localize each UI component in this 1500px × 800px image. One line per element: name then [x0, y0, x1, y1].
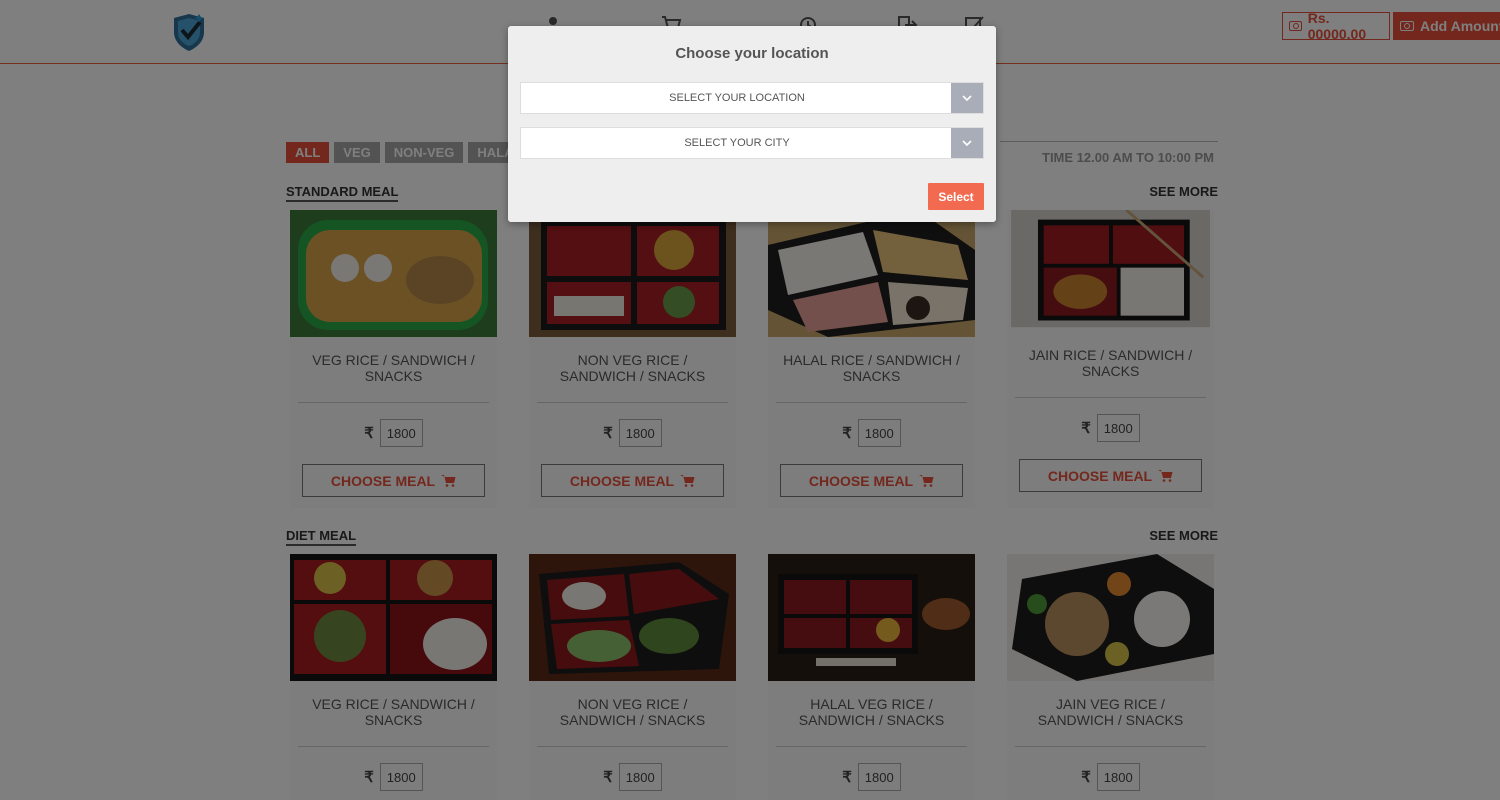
location-select[interactable]: SELECT YOUR LOCATION: [520, 82, 984, 114]
chevron-down-icon[interactable]: [951, 128, 983, 158]
location-select-value: SELECT YOUR LOCATION: [669, 92, 805, 104]
select-button[interactable]: Select: [928, 183, 984, 210]
modal-title: Choose your location: [675, 45, 829, 62]
city-select[interactable]: SELECT YOUR CITY: [520, 127, 984, 159]
city-select-value: SELECT YOUR CITY: [684, 137, 790, 149]
chevron-down-icon[interactable]: [951, 83, 983, 113]
location-modal: Choose your location SELECT YOUR LOCATIO…: [508, 26, 996, 222]
